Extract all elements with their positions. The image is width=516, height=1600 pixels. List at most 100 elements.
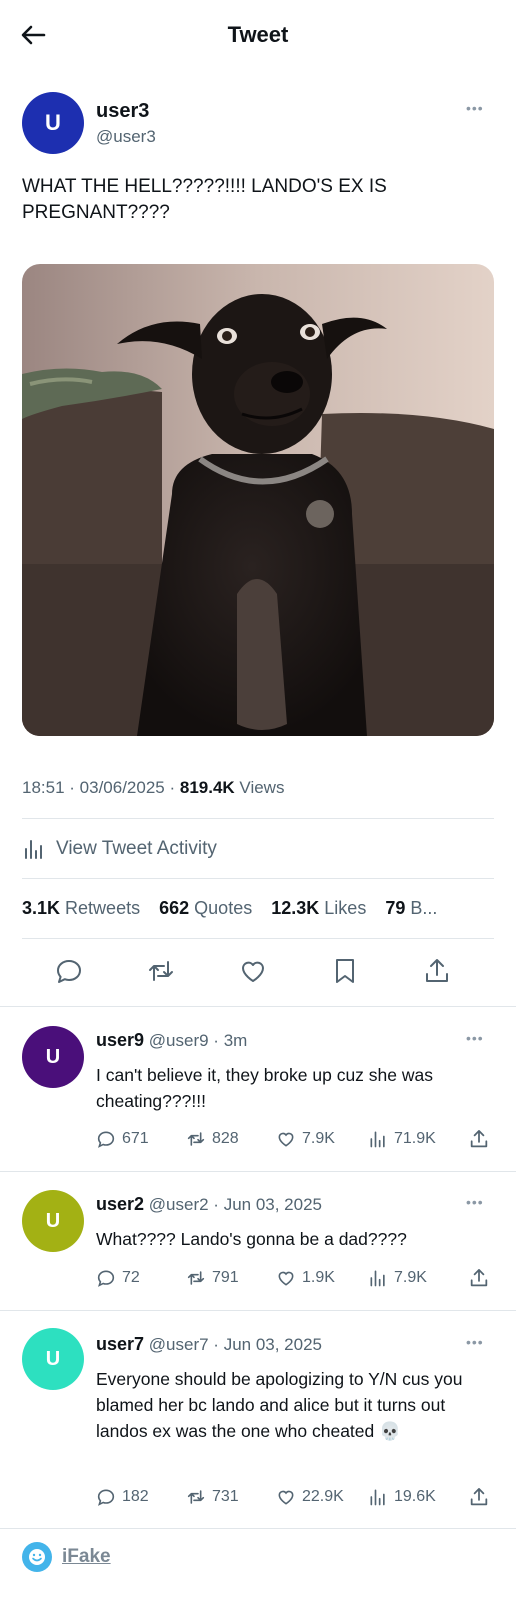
retweets-stat[interactable]: 3.1K Retweets [22,898,140,918]
reply-author-handle[interactable]: @user2 [149,1195,209,1214]
divider [22,878,494,879]
like-action[interactable]: 7.9K [276,1127,335,1151]
tweet-actions [0,956,516,996]
reply-count: 72 [122,1269,140,1286]
divider [22,818,494,819]
engagement-stats: 3.1K Retweets 662 Quotes 12.3K Likes 79 … [22,898,451,919]
retweets-label: Retweets [65,898,141,918]
reply-time: Jun 03, 2025 [223,1195,322,1214]
smiley-logo-icon [22,1542,52,1572]
reply-author-name[interactable]: user7 [96,1334,144,1354]
tweet-text: WHAT THE HELL?????!!!! LANDO'S EX IS PRE… [22,176,387,223]
like-count: 1.9K [302,1269,335,1286]
reply-icon[interactable] [54,956,84,986]
retweet-count: 791 [212,1269,239,1286]
reply-icon [97,1489,115,1506]
views-action[interactable]: 71.9K [368,1127,436,1151]
retweet-action[interactable]: 791 [186,1266,239,1290]
share-icon [470,1130,488,1148]
reply-actions: 182 731 22.9K 19.6K [96,1485,498,1509]
avatar[interactable]: U [22,92,84,154]
reply-time: 3m [223,1031,248,1050]
likes-count: 12.3K [271,898,320,918]
like-count: 22.9K [302,1488,344,1505]
views-count: 71.9K [394,1130,436,1147]
retweet-count: 731 [212,1488,239,1505]
avatar[interactable]: U [22,1328,84,1390]
share-icon [470,1269,488,1287]
retweet-icon[interactable] [146,956,176,986]
quotes-label: Quotes [194,898,253,918]
views-label: Views [239,778,285,797]
reply-count: 671 [122,1130,149,1147]
retweet-icon [187,1271,205,1285]
divider [0,1310,516,1311]
bookmark-icon[interactable] [330,956,360,986]
views-count: 19.6K [394,1488,436,1505]
reply-text: I can't believe it, they broke up cuz sh… [96,1065,433,1111]
reply-author-name[interactable]: user9 [96,1030,144,1050]
analytics-icon [25,840,42,859]
reply-actions: 671 828 7.9K 71.9K [96,1127,498,1151]
tweet-date: 03/06/2025 [79,778,165,797]
divider [22,938,494,939]
views-action[interactable]: 7.9K [368,1266,427,1290]
reply-text: Everyone should be apologizing to Y/N cu… [96,1369,463,1441]
like-count: 7.9K [302,1130,335,1147]
reply-count-action[interactable]: 72 [96,1266,140,1290]
view-activity-link[interactable]: View Tweet Activity [22,836,217,862]
quotes-stat[interactable]: 662 Quotes [159,898,252,918]
reply-count-action[interactable]: 671 [96,1127,149,1151]
more-options-icon[interactable]: ••• [466,100,488,116]
reply-author-name[interactable]: user2 [96,1194,144,1214]
reply-icon [97,1131,115,1148]
analytics-icon [370,1489,385,1506]
retweet-action[interactable]: 731 [186,1485,239,1509]
divider [0,1006,516,1007]
more-options-icon[interactable]: ••• [466,1334,488,1350]
reply-text: What???? Lando's gonna be a dad???? [96,1229,407,1249]
more-options-icon[interactable]: ••• [466,1194,488,1210]
reply-author-handle[interactable]: @user9 [149,1031,209,1050]
reply-header: user2 @user2 · Jun 03, 2025 [96,1194,322,1214]
share-action[interactable] [468,1485,496,1509]
like-icon [278,1271,294,1286]
likes-label: Likes [324,898,367,918]
share-icon[interactable] [422,956,452,986]
tweet-meta: 18:51 · 03/06/2025 · 819.4K Views [22,778,285,797]
divider [0,1171,516,1172]
bookmarks-count: 79 [385,898,406,918]
retweet-count: 828 [212,1130,239,1147]
dog-photo[interactable] [22,264,494,736]
likes-stat[interactable]: 12.3K Likes [271,898,366,918]
author-name[interactable]: user3 [96,100,149,123]
like-action[interactable]: 22.9K [276,1485,344,1509]
avatar[interactable]: U [22,1190,84,1252]
top-bar: Tweet [0,0,516,70]
retweets-count: 3.1K [22,898,61,918]
retweet-action[interactable]: 828 [186,1127,239,1151]
share-action[interactable] [468,1127,496,1151]
avatar[interactable]: U [22,1026,84,1088]
author-handle[interactable]: @user3 [96,127,156,147]
reply-icon [97,1270,115,1287]
like-icon [278,1490,294,1505]
reply-count-action[interactable]: 182 [96,1485,149,1509]
like-icon[interactable] [238,956,268,986]
more-options-icon[interactable]: ••• [466,1030,488,1046]
views-count: 7.9K [394,1269,427,1286]
bookmarks-stat[interactable]: 79 B... [385,898,437,918]
page-title: Tweet [227,22,289,47]
reply-time: Jun 03, 2025 [223,1335,322,1354]
analytics-icon [370,1131,385,1148]
reply-header: user9 @user9 · 3m [96,1030,248,1050]
reply-author-handle[interactable]: @user7 [149,1335,209,1354]
bookmarks-label: B... [410,898,438,918]
view-activity-label: View Tweet Activity [56,838,217,859]
share-action[interactable] [468,1266,496,1290]
retweet-icon [187,1132,205,1146]
views-action[interactable]: 19.6K [368,1485,436,1509]
reply-header: user7 @user7 · Jun 03, 2025 [96,1334,322,1354]
footer-brand-text[interactable]: iFake [62,1546,111,1568]
like-action[interactable]: 1.9K [276,1266,335,1290]
